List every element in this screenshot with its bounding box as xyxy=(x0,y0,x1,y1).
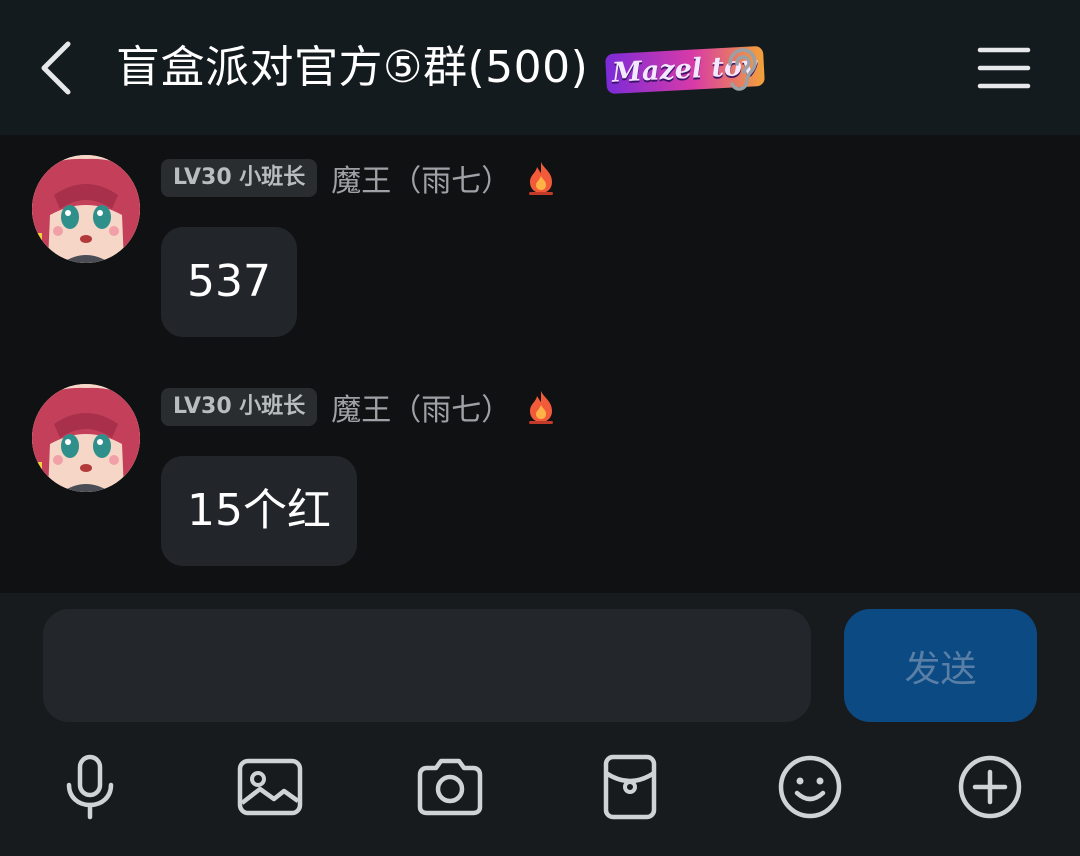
sender-name[interactable]: 魔王（雨七） xyxy=(331,156,511,200)
fire-icon xyxy=(529,391,554,424)
level-badge: LV30 小班长 xyxy=(161,159,318,197)
sender-name[interactable]: 魔王（雨七） xyxy=(331,385,511,429)
red-packet-icon xyxy=(603,754,657,820)
voice-button[interactable] xyxy=(54,751,126,823)
image-icon xyxy=(237,758,303,816)
message-bubble[interactable]: 15个红 xyxy=(161,456,357,566)
microphone-icon xyxy=(66,754,114,820)
plus-icon xyxy=(958,755,1022,819)
camera-button[interactable] xyxy=(414,751,486,823)
avatar[interactable] xyxy=(32,384,140,492)
message-meta: LV30 小班长 魔王（雨七） xyxy=(161,385,557,429)
more-button[interactable] xyxy=(954,751,1026,823)
camera-icon xyxy=(417,758,483,816)
back-button[interactable] xyxy=(30,36,86,100)
hamburger-menu-icon xyxy=(977,47,1031,89)
composer-bar: 发送 xyxy=(0,593,1080,856)
image-button[interactable] xyxy=(234,751,306,823)
level-badge: LV30 小班长 xyxy=(161,388,318,426)
emoji-button[interactable] xyxy=(774,751,846,823)
avatar[interactable] xyxy=(32,155,140,263)
fire-icon xyxy=(529,162,554,195)
header-bar: 盲盒派对官方⑤群(500) Mazel tov xyxy=(0,0,1080,135)
ear-icon[interactable] xyxy=(722,48,760,92)
message-input[interactable] xyxy=(43,609,811,722)
group-title[interactable]: 盲盒派对官方⑤群(500) xyxy=(116,40,588,96)
message-bubble[interactable]: 537 xyxy=(161,227,297,337)
emoji-icon xyxy=(778,755,842,819)
send-button[interactable]: 发送 xyxy=(844,609,1037,722)
message-meta: LV30 小班长 魔王（雨七） xyxy=(161,156,557,200)
chevron-left-icon xyxy=(41,41,71,95)
menu-button[interactable] xyxy=(976,44,1032,92)
chat-screen: 盲盒派对官方⑤群(500) Mazel tov LV30 小班长 魔王（雨七） … xyxy=(0,0,1080,856)
red-packet-button[interactable] xyxy=(594,751,666,823)
